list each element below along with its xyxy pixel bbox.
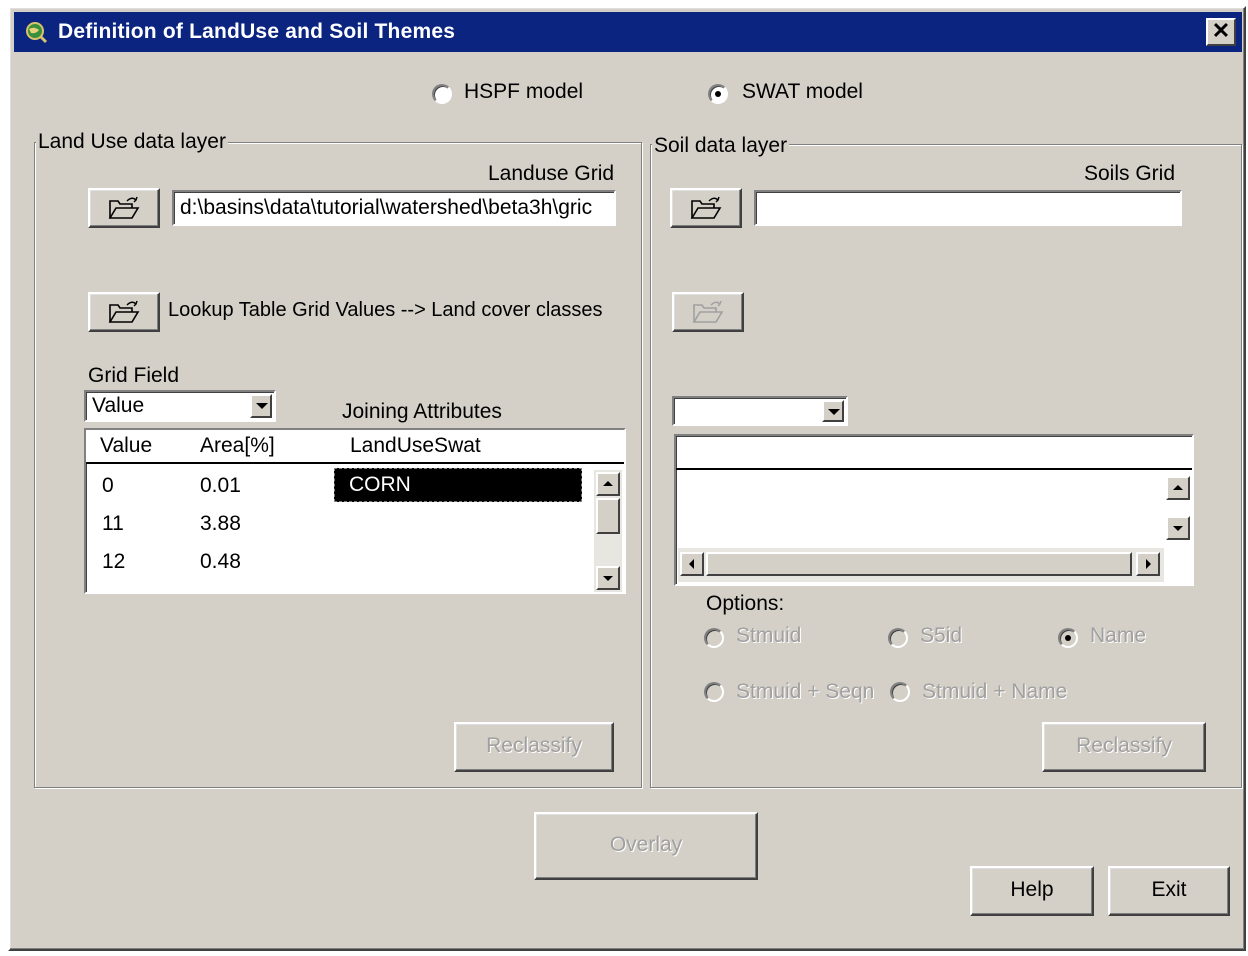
- landuse-reclassify-button[interactable]: Reclassify: [454, 722, 614, 772]
- open-folder-icon: [108, 300, 140, 323]
- selected-cell[interactable]: CORN: [334, 468, 582, 502]
- hspf-model-radio[interactable]: [432, 84, 452, 104]
- options-label: Options:: [706, 592, 785, 615]
- table-cell: 0: [102, 474, 114, 497]
- scroll-up-icon[interactable]: [1166, 476, 1190, 500]
- swat-model-label[interactable]: SWAT model: [742, 80, 863, 104]
- soil-table: [674, 434, 1194, 586]
- scroll-right-icon[interactable]: [1136, 552, 1160, 576]
- grid-field-value: Value: [92, 394, 145, 417]
- landuse-grid-label: Landuse Grid: [488, 162, 615, 185]
- option-stmuid-name-label[interactable]: Stmuid + Name: [922, 680, 1067, 704]
- option-stmuid-seqn-label[interactable]: Stmuid + Seqn: [736, 680, 874, 704]
- grid-field-label: Grid Field: [88, 364, 180, 387]
- table-cell: CORN: [349, 473, 411, 496]
- table-cell: 12: [102, 550, 126, 573]
- scroll-thumb[interactable]: [706, 552, 1132, 576]
- soils-grid-open-button[interactable]: [670, 188, 742, 228]
- lookup-table-label: Lookup Table Grid Values --> Land cover …: [168, 299, 603, 321]
- table-row[interactable]: 11 3.88: [86, 506, 594, 544]
- soil-reclassify-button[interactable]: Reclassify: [1042, 722, 1206, 772]
- open-folder-icon: [108, 196, 140, 219]
- scroll-down-icon[interactable]: [596, 566, 620, 590]
- landuse-grid-path-field[interactable]: d:\basins\data\tutorial\watershed\beta3h…: [172, 190, 616, 226]
- open-folder-icon: [692, 300, 724, 323]
- scroll-thumb[interactable]: [596, 498, 620, 534]
- dropdown-arrow-icon[interactable]: [250, 394, 272, 418]
- dropdown-arrow-icon[interactable]: [822, 400, 844, 422]
- table-vertical-scrollbar[interactable]: [594, 470, 622, 592]
- column-header[interactable]: LandUseSwat: [350, 434, 481, 458]
- soil-lookup-open-button[interactable]: [672, 292, 744, 332]
- dialog-window: Definition of LandUse and Soil Themes ✕ …: [8, 6, 1246, 951]
- lookup-table-open-button[interactable]: [88, 292, 160, 332]
- option-stmuid-label[interactable]: Stmuid: [736, 624, 801, 648]
- table-cell: 0.48: [200, 550, 241, 573]
- soil-grid-field-dropdown[interactable]: [672, 396, 848, 426]
- hspf-model-label[interactable]: HSPF model: [464, 80, 583, 104]
- help-button[interactable]: Help: [970, 866, 1094, 916]
- table-cell: 0.01: [200, 474, 241, 497]
- option-name-label[interactable]: Name: [1090, 624, 1146, 648]
- option-s5id-radio[interactable]: [888, 628, 908, 648]
- option-stmuid-name-radio[interactable]: [890, 682, 910, 702]
- column-header[interactable]: Value: [100, 434, 152, 458]
- option-stmuid-radio[interactable]: [704, 628, 724, 648]
- table-row[interactable]: 0 0.01 CORN: [86, 466, 594, 504]
- option-stmuid-seqn-radio[interactable]: [704, 682, 724, 702]
- scroll-left-icon[interactable]: [680, 552, 704, 576]
- soils-grid-label: Soils Grid: [1084, 162, 1176, 185]
- window-title: Definition of LandUse and Soil Themes: [58, 20, 456, 43]
- close-icon[interactable]: ✕: [1206, 18, 1236, 46]
- soils-grid-path-field[interactable]: [754, 190, 1182, 226]
- landuse-table: Value Area[%] LandUseSwat 0 0.01 CORN 11…: [84, 428, 626, 594]
- soil-horizontal-scrollbar[interactable]: [678, 548, 1164, 582]
- scroll-down-icon[interactable]: [1166, 516, 1190, 540]
- exit-button[interactable]: Exit: [1108, 866, 1230, 916]
- landuse-group-label: Land Use data layer: [36, 130, 228, 154]
- table-header: [676, 436, 1192, 470]
- soil-group-label: Soil data layer: [652, 134, 790, 158]
- table-cell: 11: [102, 512, 124, 535]
- open-folder-icon: [690, 196, 722, 219]
- overlay-button[interactable]: Overlay: [534, 812, 758, 880]
- option-s5id-label[interactable]: S5id: [920, 624, 962, 648]
- joining-attributes-label: Joining Attributes: [342, 400, 502, 423]
- swat-model-radio[interactable]: [708, 84, 728, 104]
- grid-field-dropdown[interactable]: Value: [84, 390, 276, 422]
- option-name-radio[interactable]: [1058, 628, 1078, 648]
- table-row[interactable]: 12 0.48: [86, 546, 594, 584]
- table-cell: 3.88: [200, 512, 241, 535]
- scroll-up-icon[interactable]: [596, 472, 620, 496]
- title-bar[interactable]: Definition of LandUse and Soil Themes ✕: [14, 12, 1242, 52]
- app-globe-icon: [26, 22, 48, 44]
- landuse-grid-open-button[interactable]: [88, 188, 160, 228]
- column-header[interactable]: Area[%]: [200, 434, 275, 458]
- table-header: Value Area[%] LandUseSwat: [86, 430, 624, 464]
